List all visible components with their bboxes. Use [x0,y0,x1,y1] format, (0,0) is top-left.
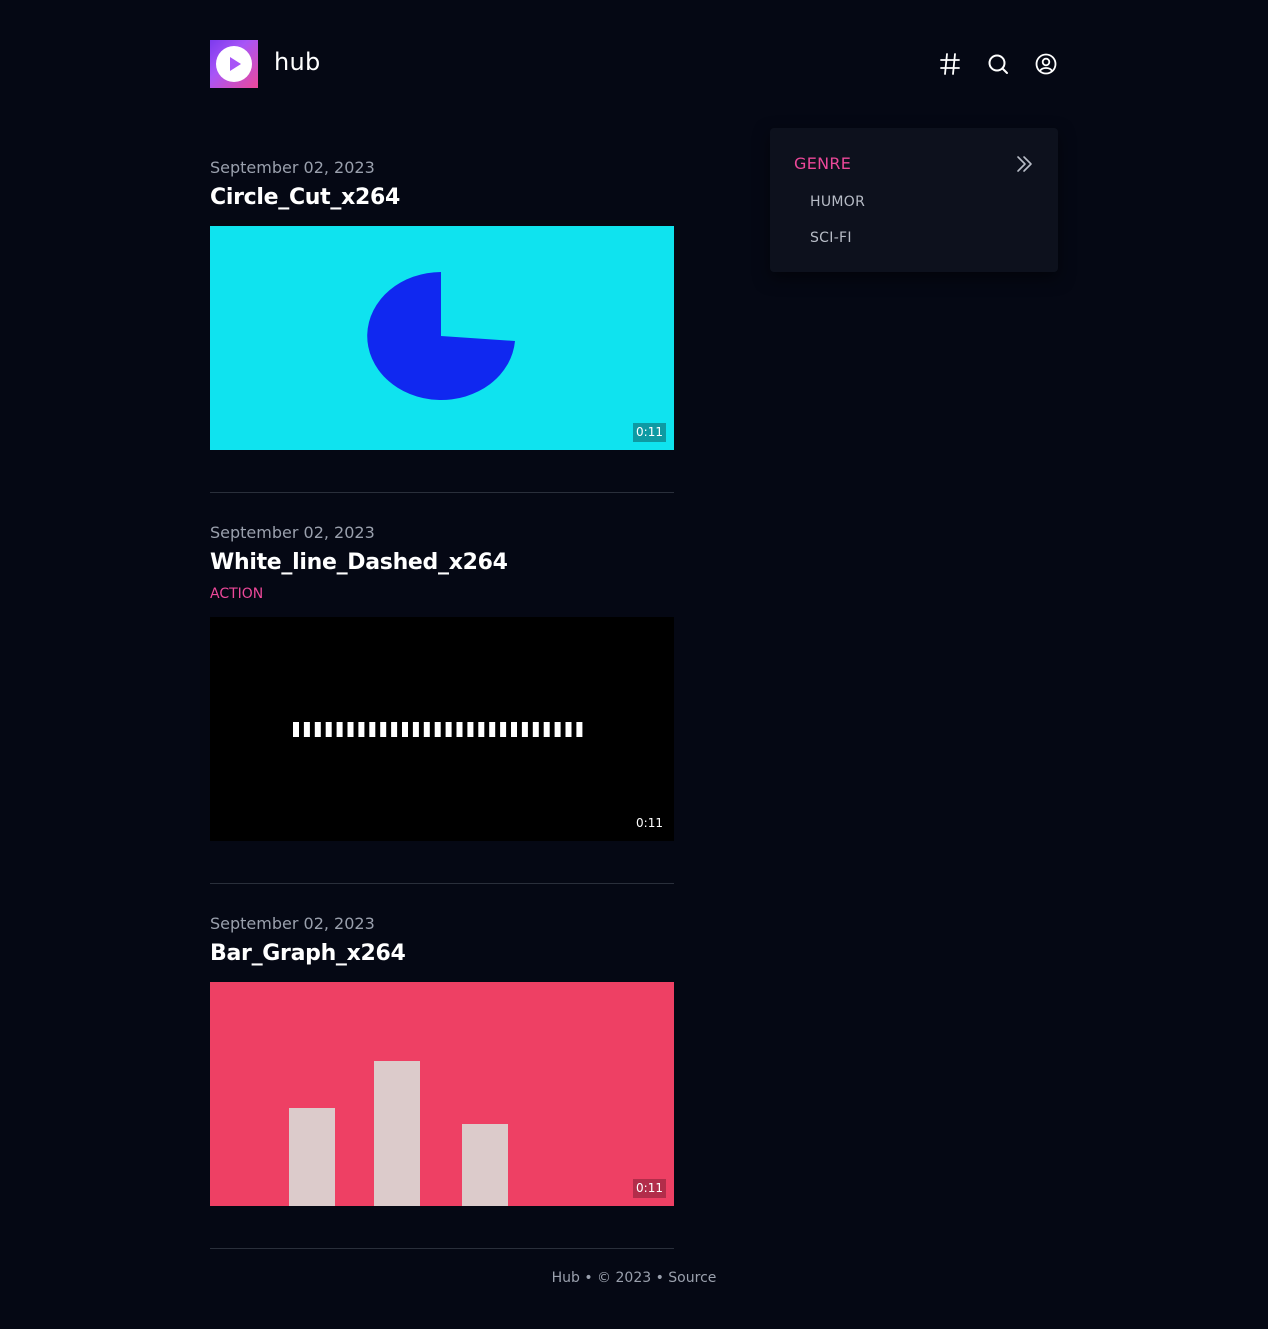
duration-badge: 0:11 [633,814,666,833]
duration-badge: 0:11 [633,423,666,442]
genre-panel: GENRE HUMOR SCI-FI [770,128,1058,272]
dash-mark [314,722,321,737]
dash-mark [369,722,376,737]
dash-mark [303,722,310,737]
user-icon[interactable] [1034,50,1058,78]
dash-mark [336,722,343,737]
dash-mark [576,722,583,737]
dash-mark [325,722,332,737]
post-date: September 02, 2023 [210,914,375,933]
post-date: September 02, 2023 [210,523,375,542]
video-thumbnail[interactable]: 0:11 [210,617,674,841]
dash-mark [391,722,398,737]
footer: Hub • © 2023 • Source [551,1270,717,1286]
video-thumbnail[interactable]: 0:11 [210,226,674,450]
dash-mark [380,722,387,737]
genre-heading[interactable]: GENRE [794,154,851,173]
dash-mark [402,722,408,737]
search-icon[interactable] [986,50,1010,78]
dash-mark [478,722,485,737]
dashed-line-graphic [293,722,583,737]
dash-mark [521,722,528,737]
post-date: September 02, 2023 [210,158,375,177]
post-title[interactable]: White_line_Dashed_x264 [210,549,674,577]
dash-mark [532,722,539,737]
dash-mark [347,722,354,737]
dash-mark [489,722,496,737]
dash-mark [412,722,419,737]
divider [210,492,674,493]
dash-mark [554,722,561,737]
video-thumbnail[interactable]: 0:11 [210,982,674,1206]
header-actions [938,50,1058,78]
dash-mark [423,722,430,737]
genre-item-sci-fi[interactable]: SCI-FI [810,230,852,246]
chevrons-right-icon[interactable] [1014,154,1034,174]
brand-name[interactable]: hub [274,48,321,76]
divider [210,1248,674,1249]
genre-item-humor[interactable]: HUMOR [810,194,865,210]
post-card: September 02, 2023 Circle_Cut_x264 0:11 [210,158,674,450]
dash-mark [511,722,517,737]
dash-mark [467,722,474,737]
dash-mark [434,722,441,737]
divider [210,883,674,884]
dash-mark [445,722,452,737]
post-card: September 02, 2023 White_line_Dashed_x26… [210,523,674,841]
post-title[interactable]: Circle_Cut_x264 [210,184,674,212]
post-genre-tag[interactable]: ACTION [210,585,674,603]
play-icon [216,46,252,82]
post-card: September 02, 2023 Bar_Graph_x264 0:11 [210,914,674,1206]
dash-mark [565,722,572,737]
dash-mark [293,722,299,737]
dash-mark [358,722,365,737]
hashtag-icon[interactable] [938,50,962,78]
duration-badge: 0:11 [633,1179,666,1198]
circle-cut-graphic [367,272,515,400]
dash-mark [543,722,550,737]
post-title[interactable]: Bar_Graph_x264 [210,940,674,968]
logo[interactable] [210,40,258,88]
bar-graph-graphic [289,1061,508,1206]
dash-mark [500,722,507,737]
dash-mark [456,722,463,737]
